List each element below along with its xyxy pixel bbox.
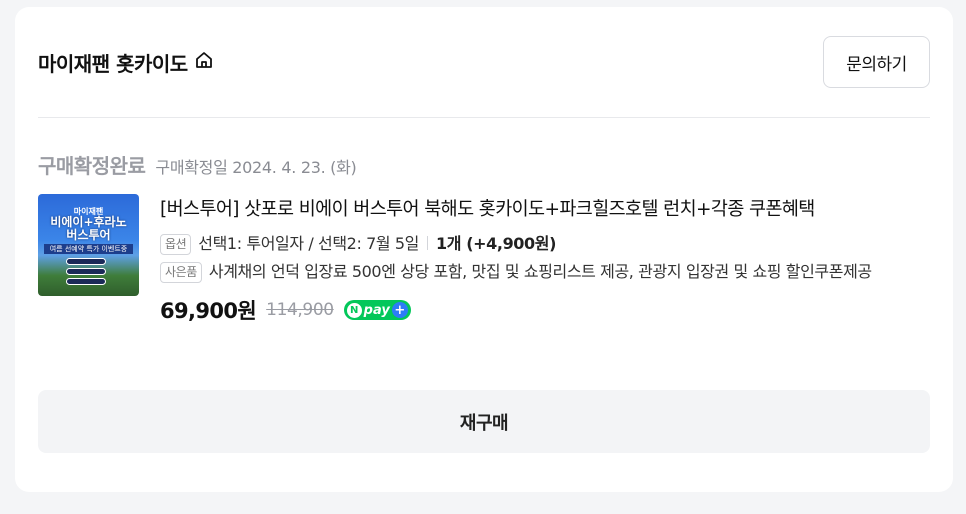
gift-text: 사계채의 언덕 입장료 500엔 상당 포함, 맛집 및 쇼핑리스트 제공, 관… [208,262,872,281]
product-title[interactable]: [버스투어] 삿포로 비에이 버스투어 북해도 홋카이도+파크힐즈호텔 런치+각… [160,197,930,223]
divider [38,117,930,118]
price-row: 69,900원 114,900 N pay + [160,295,930,325]
npay-plus-badge: N pay + [343,300,411,320]
option-line: 옵션 선택1: 투어일자 / 선택2: 7월 5일 1개 (+4,900원) [160,231,930,257]
sale-price: 69,900원 [160,299,257,323]
gift-line: 사은품 사계채의 언덕 입장료 500엔 상당 포함, 맛집 및 쇼핑리스트 제… [160,259,930,285]
separator [427,236,429,250]
npay-label: pay [363,302,390,318]
gift-tag: 사은품 [160,262,202,283]
thumb-chip [66,268,106,275]
npay-n-icon: N [346,302,362,318]
product-thumbnail[interactable]: 마이재팬 비에이+후라노 버스투어 여름 선예약 특가 이벤트중 [38,194,139,296]
store-name: 마이재팬 홋카이도 [38,51,188,76]
original-price: 114,900 [266,300,334,320]
thumb-promo: 여름 선예약 특가 이벤트중 [44,244,133,254]
confirm-date: 구매확정일 2024. 4. 23. (화) [155,158,357,177]
order-status-row: 구매확정완료 구매확정일 2024. 4. 23. (화) [38,150,357,179]
order-card: 마이재팬 홋카이도 문의하기 구매확정완료 구매확정일 2024. 4. 23.… [15,7,953,492]
product-info: [버스투어] 삿포로 비에이 버스투어 북해도 홋카이도+파크힐즈호텔 런치+각… [160,197,930,325]
store-link[interactable]: 마이재팬 홋카이도 [38,48,214,77]
npay-plus-icon: + [391,302,408,318]
thumb-headline-2: 버스투어 [66,228,111,242]
order-header: 마이재팬 홋카이도 문의하기 [38,36,930,88]
home-icon [194,50,214,75]
option-text: 선택1: 투어일자 / 선택2: 7월 5일 [198,234,420,253]
order-status: 구매확정완료 [38,154,146,178]
option-tag: 옵션 [160,234,192,255]
inquiry-button[interactable]: 문의하기 [823,36,930,88]
thumb-chip [66,258,106,265]
thumb-headline: 비에이+후라노 버스투어 [38,216,139,242]
rebuy-button[interactable]: 재구매 [38,390,930,453]
quantity: 1개 (+4,900원) [436,234,556,253]
thumb-chip [66,278,106,285]
